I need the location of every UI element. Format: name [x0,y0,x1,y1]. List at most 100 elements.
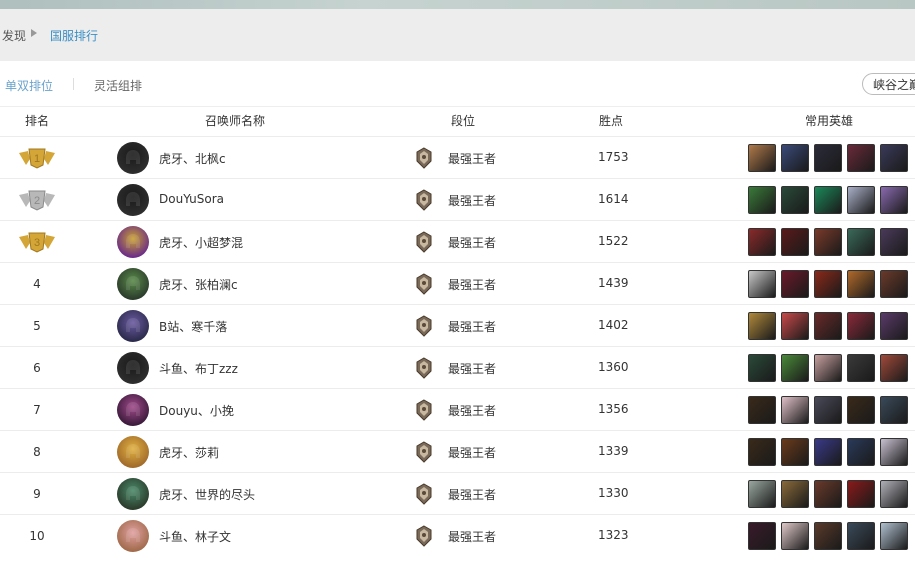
hero-portrait[interactable] [781,144,809,172]
hero-portrait[interactable] [781,270,809,298]
summoner-name[interactable]: 虎牙、北枫c [159,150,226,167]
hero-portrait[interactable] [781,186,809,214]
hero-portrait[interactable] [781,354,809,382]
hero-portrait[interactable] [814,144,842,172]
summoner-name[interactable]: B站、寒千落 [159,318,227,335]
hero-portrait[interactable] [781,396,809,424]
hero-portrait[interactable] [748,480,776,508]
table-row[interactable]: 9 虎牙、世界的尽头 最强王者 1330 [0,472,915,515]
hero-portrait[interactable] [748,312,776,340]
hero-portrait[interactable] [781,228,809,256]
table-row[interactable]: 3 虎牙、小超梦混 最强王者 1522 [0,220,915,263]
hero-portrait[interactable] [781,312,809,340]
summoner-avatar[interactable] [117,226,149,258]
summoner-name[interactable]: DouYuSora [159,192,224,206]
hero-portrait[interactable] [748,396,776,424]
summoner-avatar[interactable] [117,394,149,426]
hero-portrait[interactable] [847,228,875,256]
summoner-avatar[interactable] [117,352,149,384]
hero-portrait[interactable] [880,354,908,382]
avatar-helmet-icon [126,234,140,248]
table-row[interactable]: 8 虎牙、莎莉 最强王者 1339 [0,430,915,473]
tab-solo-duo[interactable]: 单双排位 [5,77,53,94]
hero-portrait[interactable] [880,438,908,466]
summoner-name[interactable]: 斗鱼、林子文 [159,528,231,545]
hero-portrait[interactable] [814,480,842,508]
summoner-avatar[interactable] [117,184,149,216]
challenger-tier-icon [416,315,432,337]
challenger-tier-icon [416,525,432,547]
summoner-avatar[interactable] [117,268,149,300]
summoner-avatar[interactable] [117,142,149,174]
summoner-avatar[interactable] [117,310,149,342]
hero-portrait[interactable] [847,480,875,508]
hero-portrait[interactable] [847,396,875,424]
summoner-name[interactable]: 虎牙、世界的尽头 [159,486,255,503]
summoner-name[interactable]: Douyu、小挽 [159,402,234,419]
challenger-tier-icon [416,147,432,169]
hero-portrait[interactable] [748,438,776,466]
hero-portrait[interactable] [748,522,776,550]
breadcrumb: 发现 国服排行 [0,9,915,61]
hero-portrait[interactable] [748,354,776,382]
table-row[interactable]: 1 虎牙、北枫c 最强王者 1753 [0,136,915,179]
hero-portrait[interactable] [814,522,842,550]
hero-portrait[interactable] [748,144,776,172]
hero-portrait[interactable] [814,438,842,466]
league-points: 1439 [598,276,629,290]
summoner-name[interactable]: 虎牙、小超梦混 [159,234,243,251]
queue-tab-bar: 单双排位 灵活组排 峡谷之巅 [0,61,915,107]
hero-portrait[interactable] [847,312,875,340]
hero-portrait[interactable] [847,270,875,298]
rank-number: 9 [33,487,41,501]
hero-portrait[interactable] [814,396,842,424]
hero-portrait[interactable] [814,186,842,214]
hero-portrait[interactable] [880,396,908,424]
league-points: 1614 [598,192,629,206]
table-row[interactable]: 2 DouYuSora 最强王者 1614 [0,178,915,221]
hero-portrait[interactable] [781,438,809,466]
table-row[interactable]: 5 B站、寒千落 最强王者 1402 [0,304,915,347]
avatar-helmet-icon [126,276,140,290]
hero-portrait[interactable] [814,228,842,256]
tier-label: 最强王者 [448,278,497,292]
hero-portrait[interactable] [781,480,809,508]
hero-portrait[interactable] [880,228,908,256]
hero-portrait[interactable] [880,270,908,298]
table-row[interactable]: 6 斗鱼、布丁zzz 最强王者 1360 [0,346,915,389]
hero-portrait[interactable] [847,522,875,550]
hero-portrait[interactable] [748,270,776,298]
rank-medal-number: 2 [34,195,40,207]
summoner-name[interactable]: 虎牙、莎莉 [159,444,219,461]
hero-portrait[interactable] [880,312,908,340]
hero-portrait[interactable] [880,144,908,172]
summoner-name[interactable]: 虎牙、张柏澜c [159,276,238,293]
hero-portrait[interactable] [847,144,875,172]
hero-portrait[interactable] [814,312,842,340]
hero-portrait[interactable] [748,228,776,256]
hero-portrait[interactable] [847,354,875,382]
hero-portrait[interactable] [781,522,809,550]
summoner-avatar[interactable] [117,520,149,552]
hero-portrait[interactable] [880,186,908,214]
league-points: 1522 [598,234,629,248]
breadcrumb-home[interactable]: 发现 [2,27,26,44]
breadcrumb-current[interactable]: 国服排行 [50,27,98,44]
hero-portrait[interactable] [748,186,776,214]
hero-portrait[interactable] [880,522,908,550]
table-row[interactable]: 4 虎牙、张柏澜c 最强王者 1439 [0,262,915,305]
server-select[interactable]: 峡谷之巅 [862,73,915,95]
summoner-avatar[interactable] [117,436,149,468]
avatar-helmet-icon [126,192,140,206]
hero-portrait[interactable] [814,354,842,382]
table-row[interactable]: 10 斗鱼、林子文 最强王者 1323 [0,514,915,557]
hero-portrait[interactable] [880,480,908,508]
summoner-avatar[interactable] [117,478,149,510]
hero-portrait[interactable] [847,438,875,466]
league-points: 1753 [598,150,629,164]
table-row[interactable]: 7 Douyu、小挽 最强王者 1356 [0,388,915,431]
tab-flex[interactable]: 灵活组排 [94,77,142,94]
summoner-name[interactable]: 斗鱼、布丁zzz [159,360,238,377]
hero-portrait[interactable] [847,186,875,214]
hero-portrait[interactable] [814,270,842,298]
